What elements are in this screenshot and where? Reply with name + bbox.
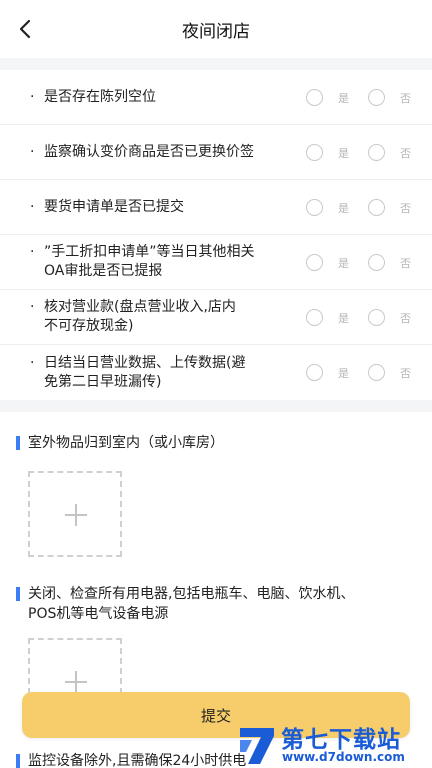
section-title: 关闭、检查所有用电器,包括电瓶车、电脑、饮水机、 POS机等电气设备电源 bbox=[16, 584, 411, 624]
yes-no-options: 是 否 bbox=[306, 70, 411, 125]
yes-no-options: 是 否 bbox=[306, 235, 411, 290]
page-title: 夜间闭店 bbox=[182, 21, 250, 42]
yes-radio[interactable] bbox=[306, 364, 323, 381]
yes-label: 是 bbox=[338, 146, 349, 160]
question-text: · ”手工折扣申请单”等当日其他相关 OA审批是否已提报 bbox=[30, 244, 255, 279]
no-label: 否 bbox=[400, 91, 411, 105]
no-label: 否 bbox=[400, 201, 411, 215]
plus-icon bbox=[75, 504, 77, 526]
yes-radio[interactable] bbox=[306, 199, 323, 216]
yes-radio[interactable] bbox=[306, 254, 323, 271]
yes-label: 是 bbox=[338, 366, 349, 380]
bullet: · bbox=[30, 143, 35, 160]
bullet: · bbox=[30, 354, 35, 371]
site-watermark: 第七下载站 www.d7down.com bbox=[236, 718, 426, 768]
no-label: 否 bbox=[400, 366, 411, 380]
question-text: · 日结当日营业数据、上传数据(避 免第二日早班漏传) bbox=[30, 354, 246, 390]
bullet: · bbox=[30, 198, 35, 215]
no-radio[interactable] bbox=[368, 199, 385, 216]
yes-radio[interactable] bbox=[306, 309, 323, 326]
checklist-item: · 要货申请单是否已提交 是 否 bbox=[0, 180, 432, 235]
no-radio[interactable] bbox=[368, 364, 385, 381]
checklist-item: · 监察确认变价商品是否已更换价签 是 否 bbox=[0, 125, 432, 180]
watermark-url: www.d7down.com bbox=[282, 750, 405, 764]
question-text: · 要货申请单是否已提交 bbox=[30, 198, 184, 215]
no-label: 否 bbox=[400, 146, 411, 160]
no-radio[interactable] bbox=[368, 144, 385, 161]
bullet: · bbox=[30, 244, 35, 260]
checklist-item: · 核对营业款(盘点营业收入,店内 不可存放现金) 是 否 bbox=[0, 290, 432, 345]
checklist-item: · 是否存在陈列空位 是 否 bbox=[0, 70, 432, 125]
yes-no-options: 是 否 bbox=[306, 290, 411, 345]
no-radio[interactable] bbox=[368, 309, 385, 326]
no-radio[interactable] bbox=[368, 254, 385, 271]
question-text: · 监察确认变价商品是否已更换价签 bbox=[30, 143, 254, 160]
yes-no-options: 是 否 bbox=[306, 125, 411, 180]
bullet: · bbox=[30, 88, 35, 105]
section-title: 室外物品归到室内（或小库房） bbox=[16, 433, 411, 453]
yes-radio[interactable] bbox=[306, 144, 323, 161]
checklist-item: · 日结当日营业数据、上传数据(避 免第二日早班漏传) 是 否 bbox=[0, 345, 432, 400]
top-bar: 夜间闭店 bbox=[0, 0, 432, 58]
photo-upload-button[interactable] bbox=[28, 471, 122, 557]
no-radio[interactable] bbox=[368, 89, 385, 106]
yes-label: 是 bbox=[338, 256, 349, 270]
yes-radio[interactable] bbox=[306, 89, 323, 106]
yes-label: 是 bbox=[338, 311, 349, 325]
yes-label: 是 bbox=[338, 91, 349, 105]
checklist-item: · ”手工折扣申请单”等当日其他相关 OA审批是否已提报 是 否 bbox=[0, 235, 432, 290]
bullet: · bbox=[30, 299, 35, 315]
yes-label: 是 bbox=[338, 201, 349, 215]
no-label: 否 bbox=[400, 256, 411, 270]
back-arrow-icon[interactable] bbox=[14, 15, 38, 43]
watermark-name: 第七下载站 bbox=[281, 727, 401, 753]
no-label: 否 bbox=[400, 311, 411, 325]
yes-no-options: 是 否 bbox=[306, 345, 411, 400]
question-text: · 是否存在陈列空位 bbox=[30, 88, 156, 105]
watermark-logo-icon bbox=[240, 728, 274, 764]
yes-no-options: 是 否 bbox=[306, 180, 411, 235]
checklist: · 是否存在陈列空位 是 否 · 监察确认变价商品是否已更换价签 是 否 · 要… bbox=[0, 70, 432, 400]
plus-icon bbox=[75, 671, 77, 693]
question-text: · 核对营业款(盘点营业收入,店内 不可存放现金) bbox=[30, 299, 236, 334]
